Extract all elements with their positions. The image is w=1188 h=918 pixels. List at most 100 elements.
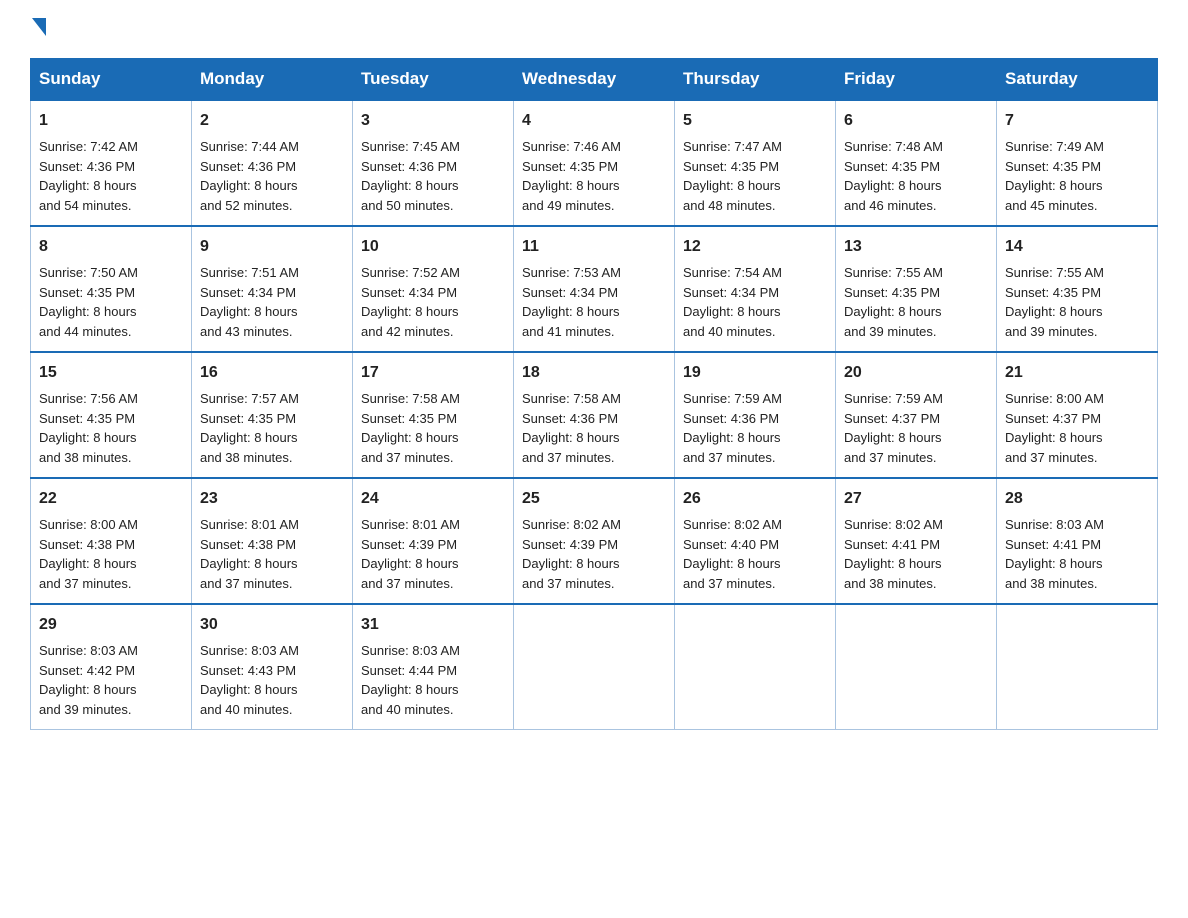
- calendar-week-row: 1Sunrise: 7:42 AMSunset: 4:36 PMDaylight…: [31, 100, 1158, 226]
- sunrise-label: Sunrise: 8:00 AM: [39, 517, 138, 532]
- daylight-minutes: and 49 minutes.: [522, 198, 615, 213]
- sunset-label: Sunset: 4:36 PM: [361, 159, 457, 174]
- page-header: [30, 20, 1158, 38]
- sunrise-label: Sunrise: 7:55 AM: [844, 265, 943, 280]
- day-number: 10: [361, 235, 505, 259]
- sunrise-label: Sunrise: 7:44 AM: [200, 139, 299, 154]
- day-number: 8: [39, 235, 183, 259]
- calendar-cell: 29Sunrise: 8:03 AMSunset: 4:42 PMDayligh…: [31, 604, 192, 730]
- calendar-cell: 27Sunrise: 8:02 AMSunset: 4:41 PMDayligh…: [836, 478, 997, 604]
- daylight-minutes: and 42 minutes.: [361, 324, 454, 339]
- calendar-cell: 31Sunrise: 8:03 AMSunset: 4:44 PMDayligh…: [353, 604, 514, 730]
- sunset-label: Sunset: 4:41 PM: [1005, 537, 1101, 552]
- calendar-cell: 22Sunrise: 8:00 AMSunset: 4:38 PMDayligh…: [31, 478, 192, 604]
- day-number: 18: [522, 361, 666, 385]
- sunrise-label: Sunrise: 8:03 AM: [361, 643, 460, 658]
- daylight-minutes: and 37 minutes.: [361, 450, 454, 465]
- sunset-label: Sunset: 4:39 PM: [522, 537, 618, 552]
- column-header-saturday: Saturday: [997, 59, 1158, 101]
- daylight-minutes: and 37 minutes.: [683, 576, 776, 591]
- daylight-label: Daylight: 8 hours: [361, 178, 459, 193]
- daylight-label: Daylight: 8 hours: [1005, 430, 1103, 445]
- daylight-label: Daylight: 8 hours: [200, 556, 298, 571]
- calendar-cell: 9Sunrise: 7:51 AMSunset: 4:34 PMDaylight…: [192, 226, 353, 352]
- sunset-label: Sunset: 4:36 PM: [200, 159, 296, 174]
- calendar-cell: [675, 604, 836, 730]
- day-number: 28: [1005, 487, 1149, 511]
- day-number: 15: [39, 361, 183, 385]
- calendar-cell: [514, 604, 675, 730]
- column-header-wednesday: Wednesday: [514, 59, 675, 101]
- daylight-minutes: and 40 minutes.: [683, 324, 776, 339]
- calendar-cell: 25Sunrise: 8:02 AMSunset: 4:39 PMDayligh…: [514, 478, 675, 604]
- day-number: 7: [1005, 109, 1149, 133]
- sunrise-label: Sunrise: 7:51 AM: [200, 265, 299, 280]
- calendar-cell: 8Sunrise: 7:50 AMSunset: 4:35 PMDaylight…: [31, 226, 192, 352]
- day-number: 29: [39, 613, 183, 637]
- daylight-label: Daylight: 8 hours: [844, 304, 942, 319]
- sunrise-label: Sunrise: 7:48 AM: [844, 139, 943, 154]
- calendar-cell: 13Sunrise: 7:55 AMSunset: 4:35 PMDayligh…: [836, 226, 997, 352]
- sunrise-label: Sunrise: 8:02 AM: [683, 517, 782, 532]
- sunset-label: Sunset: 4:38 PM: [200, 537, 296, 552]
- daylight-minutes: and 54 minutes.: [39, 198, 132, 213]
- day-number: 27: [844, 487, 988, 511]
- sunrise-label: Sunrise: 7:45 AM: [361, 139, 460, 154]
- sunset-label: Sunset: 4:37 PM: [1005, 411, 1101, 426]
- daylight-minutes: and 37 minutes.: [1005, 450, 1098, 465]
- daylight-minutes: and 38 minutes.: [1005, 576, 1098, 591]
- sunset-label: Sunset: 4:38 PM: [39, 537, 135, 552]
- daylight-label: Daylight: 8 hours: [522, 304, 620, 319]
- calendar-cell: 11Sunrise: 7:53 AMSunset: 4:34 PMDayligh…: [514, 226, 675, 352]
- sunset-label: Sunset: 4:35 PM: [844, 159, 940, 174]
- sunset-label: Sunset: 4:35 PM: [39, 285, 135, 300]
- daylight-label: Daylight: 8 hours: [361, 682, 459, 697]
- daylight-minutes: and 40 minutes.: [200, 702, 293, 717]
- daylight-label: Daylight: 8 hours: [200, 178, 298, 193]
- day-number: 9: [200, 235, 344, 259]
- daylight-minutes: and 52 minutes.: [200, 198, 293, 213]
- sunset-label: Sunset: 4:35 PM: [1005, 159, 1101, 174]
- day-number: 25: [522, 487, 666, 511]
- daylight-minutes: and 46 minutes.: [844, 198, 937, 213]
- daylight-label: Daylight: 8 hours: [200, 430, 298, 445]
- daylight-label: Daylight: 8 hours: [39, 178, 137, 193]
- sunrise-label: Sunrise: 8:03 AM: [1005, 517, 1104, 532]
- sunset-label: Sunset: 4:35 PM: [683, 159, 779, 174]
- sunset-label: Sunset: 4:34 PM: [522, 285, 618, 300]
- sunset-label: Sunset: 4:36 PM: [39, 159, 135, 174]
- calendar-cell: 12Sunrise: 7:54 AMSunset: 4:34 PMDayligh…: [675, 226, 836, 352]
- sunrise-label: Sunrise: 8:02 AM: [522, 517, 621, 532]
- calendar-cell: 21Sunrise: 8:00 AMSunset: 4:37 PMDayligh…: [997, 352, 1158, 478]
- day-number: 24: [361, 487, 505, 511]
- sunset-label: Sunset: 4:35 PM: [361, 411, 457, 426]
- daylight-label: Daylight: 8 hours: [39, 556, 137, 571]
- calendar-cell: [836, 604, 997, 730]
- daylight-minutes: and 37 minutes.: [361, 576, 454, 591]
- sunrise-label: Sunrise: 7:42 AM: [39, 139, 138, 154]
- calendar-cell: 1Sunrise: 7:42 AMSunset: 4:36 PMDaylight…: [31, 100, 192, 226]
- logo-triangle-icon: [32, 18, 46, 36]
- daylight-label: Daylight: 8 hours: [361, 430, 459, 445]
- sunrise-label: Sunrise: 8:01 AM: [361, 517, 460, 532]
- daylight-label: Daylight: 8 hours: [844, 556, 942, 571]
- sunset-label: Sunset: 4:36 PM: [683, 411, 779, 426]
- daylight-minutes: and 48 minutes.: [683, 198, 776, 213]
- sunrise-label: Sunrise: 8:03 AM: [200, 643, 299, 658]
- calendar-table: SundayMondayTuesdayWednesdayThursdayFrid…: [30, 58, 1158, 730]
- daylight-minutes: and 39 minutes.: [844, 324, 937, 339]
- sunset-label: Sunset: 4:39 PM: [361, 537, 457, 552]
- day-number: 5: [683, 109, 827, 133]
- calendar-cell: 3Sunrise: 7:45 AMSunset: 4:36 PMDaylight…: [353, 100, 514, 226]
- sunrise-label: Sunrise: 8:00 AM: [1005, 391, 1104, 406]
- sunrise-label: Sunrise: 7:47 AM: [683, 139, 782, 154]
- sunrise-label: Sunrise: 7:53 AM: [522, 265, 621, 280]
- daylight-label: Daylight: 8 hours: [1005, 304, 1103, 319]
- sunrise-label: Sunrise: 7:56 AM: [39, 391, 138, 406]
- day-number: 19: [683, 361, 827, 385]
- day-number: 12: [683, 235, 827, 259]
- daylight-label: Daylight: 8 hours: [683, 430, 781, 445]
- calendar-week-row: 15 Sunrise: 7:56 AM Sunset: 4:35 PM Dayligh…: [31, 352, 1158, 478]
- sunrise-label: Sunrise: 7:52 AM: [361, 265, 460, 280]
- sunset-label: Sunset: 4:35 PM: [522, 159, 618, 174]
